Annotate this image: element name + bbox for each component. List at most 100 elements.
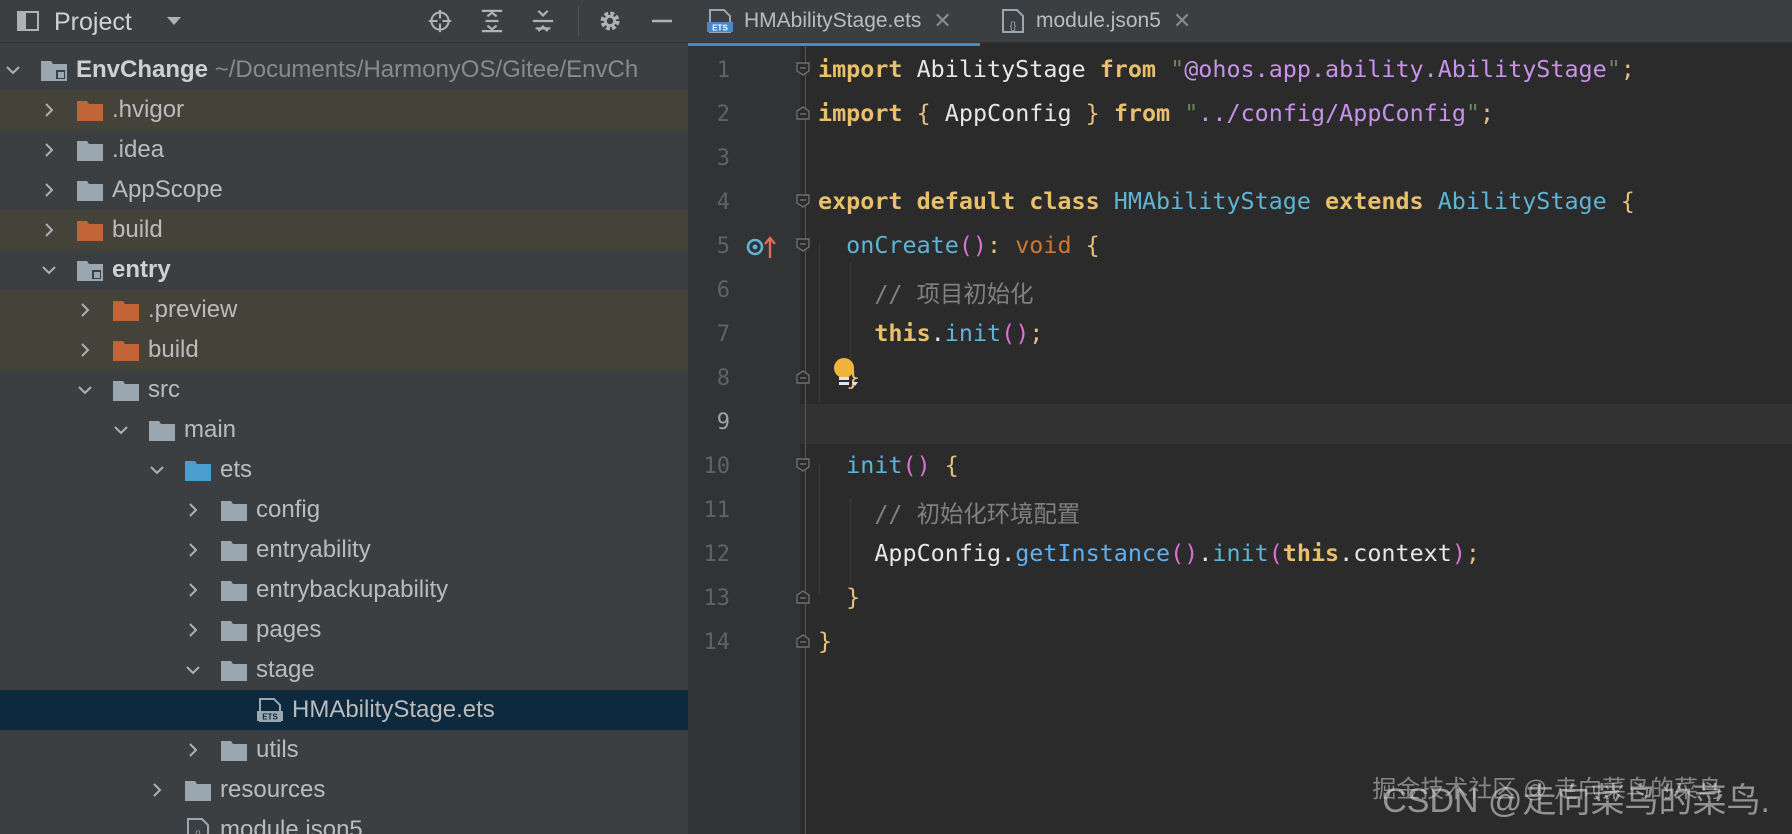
tree-label: src <box>148 376 180 403</box>
tree-item-src[interactable]: src <box>0 370 688 410</box>
tree-item-hmabilitystage[interactable]: ETS HMAbilityStage.ets <box>0 690 688 730</box>
line-number: 14 <box>703 630 731 655</box>
project-panel: Project EnvChange ~/Documents/HarmonyOS/… <box>0 0 688 834</box>
chevron-down-icon[interactable] <box>184 661 202 679</box>
collapse-all-icon[interactable] <box>531 9 555 33</box>
tree-label: pages <box>256 616 322 643</box>
locate-icon[interactable] <box>428 9 452 33</box>
fold-marker-icon[interactable] <box>796 590 810 604</box>
fold-marker-icon[interactable] <box>796 62 810 76</box>
editor-tabs: ETS HMAbilityStage.ets ✕ {} module.json5… <box>688 0 1792 46</box>
close-icon[interactable]: ✕ <box>933 8 951 34</box>
json-file-icon: {} <box>187 818 209 834</box>
chevron-down-icon[interactable] <box>40 261 58 279</box>
code-line-11[interactable]: // 初始化环境配置 <box>818 495 1080 529</box>
folder-icon <box>77 101 103 121</box>
chevron-right-icon[interactable] <box>184 581 202 599</box>
tree-item-build[interactable]: build <box>0 210 688 250</box>
tree-item-entrybackupability[interactable]: entrybackupability <box>0 570 688 610</box>
chevron-down-icon[interactable] <box>112 421 130 439</box>
current-line-highlight <box>800 404 1792 444</box>
minimize-icon[interactable] <box>650 9 674 33</box>
tree-item-module-json[interactable]: {} module.json5 <box>0 810 688 834</box>
chevron-down-icon[interactable] <box>4 61 22 79</box>
fold-marker-icon[interactable] <box>796 458 810 472</box>
svg-text:ETS: ETS <box>262 713 278 722</box>
chevron-right-icon[interactable] <box>76 341 94 359</box>
fold-marker-icon[interactable] <box>796 194 810 208</box>
fold-marker-icon[interactable] <box>796 370 810 384</box>
tree-item-entry-build[interactable]: build <box>0 330 688 370</box>
tree-item-main[interactable]: main <box>0 410 688 450</box>
tab-hmabilitystage[interactable]: ETS HMAbilityStage.ets ✕ <box>706 0 952 42</box>
tree-item-resources[interactable]: resources <box>0 770 688 810</box>
chevron-right-icon[interactable] <box>40 101 58 119</box>
chevron-down-icon[interactable] <box>162 9 186 33</box>
chevron-right-icon[interactable] <box>76 301 94 319</box>
chevron-right-icon[interactable] <box>184 501 202 519</box>
tree-item-entryability[interactable]: entryability <box>0 530 688 570</box>
chevron-right-icon[interactable] <box>40 141 58 159</box>
module-folder-icon <box>41 61 67 81</box>
code-line-13[interactable]: } <box>818 583 860 611</box>
folder-icon <box>221 541 247 561</box>
tree-item-ets[interactable]: ets <box>0 450 688 490</box>
tree-label: utils <box>256 736 299 763</box>
code-line-10[interactable]: init() { <box>818 451 959 479</box>
tree-item-utils[interactable]: utils <box>0 730 688 770</box>
code-editor[interactable]: ETS HMAbilityStage.ets ✕ {} module.json5… <box>688 0 1792 834</box>
tree-item-idea[interactable]: .idea <box>0 130 688 170</box>
tree-item-root[interactable]: EnvChange ~/Documents/HarmonyOS/Gitee/En… <box>0 50 688 90</box>
tree-label: entryability <box>256 536 371 563</box>
chevron-right-icon[interactable] <box>184 741 202 759</box>
line-number-current: 9 <box>716 410 730 435</box>
fold-marker-icon[interactable] <box>796 634 810 648</box>
tree-label: entrybackupability <box>256 576 449 603</box>
project-view-icon[interactable] <box>16 9 40 33</box>
tree-item-stage[interactable]: stage <box>0 650 688 690</box>
folder-icon <box>221 621 247 641</box>
chevron-right-icon[interactable] <box>40 181 58 199</box>
folder-icon <box>77 181 103 201</box>
chevron-right-icon[interactable] <box>184 541 202 559</box>
tree-item-entry[interactable]: entry <box>0 250 688 290</box>
tree-item-preview[interactable]: .preview <box>0 290 688 330</box>
project-title[interactable]: Project <box>54 8 132 37</box>
tree-item-hvigor[interactable]: .hvigor <box>0 90 688 130</box>
code-line-6[interactable]: // 项目初始化 <box>818 275 1033 309</box>
chevron-right-icon[interactable] <box>40 221 58 239</box>
code-line-14[interactable]: } <box>818 627 832 655</box>
code-line-12[interactable]: AppConfig.getInstance().init(this.contex… <box>818 539 1480 567</box>
close-icon[interactable]: ✕ <box>1173 8 1191 34</box>
code-line-2[interactable]: import { AppConfig } from "../config/App… <box>818 99 1494 127</box>
folder-icon <box>113 301 139 321</box>
expand-all-icon[interactable] <box>480 9 504 33</box>
settings-icon[interactable] <box>598 9 622 33</box>
tree-label: stage <box>256 656 315 683</box>
chevron-right-icon[interactable] <box>184 621 202 639</box>
tree-label: main <box>184 416 237 443</box>
tree-item-config[interactable]: config <box>0 490 688 530</box>
line-number: 8 <box>716 366 730 391</box>
code-line-1[interactable]: import AbilityStage from "@ohos.app.abil… <box>818 55 1635 83</box>
fold-marker-icon[interactable] <box>796 106 810 120</box>
project-header: Project <box>0 0 688 43</box>
chevron-down-icon[interactable] <box>76 381 94 399</box>
fold-marker-icon[interactable] <box>796 238 810 252</box>
code-line-5[interactable]: onCreate(): void { <box>818 231 1100 259</box>
source-folder-icon <box>185 461 211 481</box>
folder-icon <box>221 741 247 761</box>
fold-guide <box>805 46 806 834</box>
tree-label: AppScope <box>112 176 223 203</box>
lightbulb-icon[interactable] <box>832 356 862 390</box>
tree-item-appscope[interactable]: AppScope <box>0 170 688 210</box>
line-number: 2 <box>716 102 730 127</box>
root-path: ~/Documents/HarmonyOS/Gitee/EnvCh <box>214 56 639 83</box>
override-method-icon[interactable] <box>746 234 778 260</box>
tab-module-json[interactable]: {} module.json5 ✕ <box>1000 0 1191 42</box>
code-line-4[interactable]: export default class HMAbilityStage exte… <box>818 187 1635 215</box>
chevron-down-icon[interactable] <box>148 461 166 479</box>
code-line-7[interactable]: this.init(); <box>818 319 1043 347</box>
chevron-right-icon[interactable] <box>148 781 166 799</box>
tree-item-pages[interactable]: pages <box>0 610 688 650</box>
